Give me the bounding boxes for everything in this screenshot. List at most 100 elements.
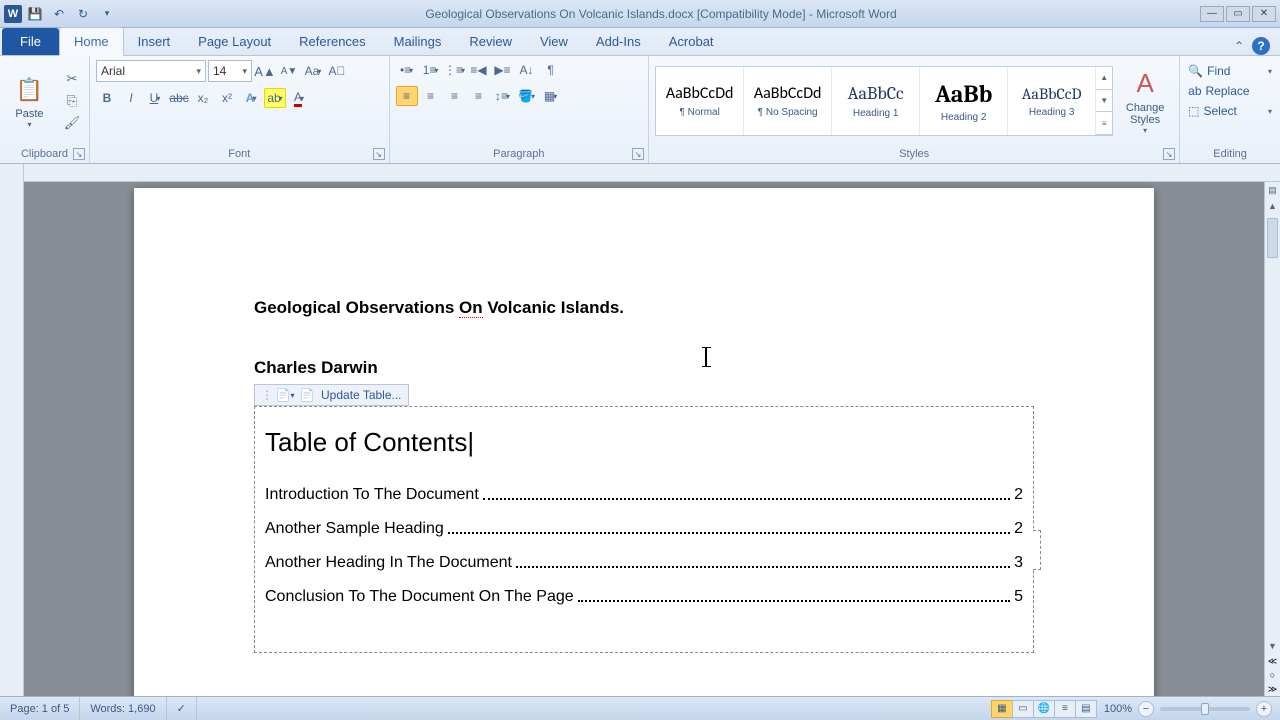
- style-normal[interactable]: AaBbCcDd¶ Normal: [656, 67, 744, 135]
- print-layout-view-icon[interactable]: ▦: [991, 700, 1013, 718]
- browse-object-icon[interactable]: ○: [1265, 668, 1280, 682]
- italic-button[interactable]: I: [120, 88, 142, 108]
- scroll-up-icon[interactable]: ▲: [1265, 198, 1280, 214]
- tab-mailings[interactable]: Mailings: [380, 28, 456, 55]
- toc-container[interactable]: Table of Contents Introduction To The Do…: [254, 406, 1034, 653]
- tab-add-ins[interactable]: Add-Ins: [582, 28, 655, 55]
- clipboard-launcher[interactable]: ↘: [73, 148, 85, 160]
- close-button[interactable]: ✕: [1252, 6, 1276, 22]
- show-marks-icon[interactable]: ¶: [540, 60, 562, 80]
- document-page[interactable]: Geological Observations On Volcanic Isla…: [134, 188, 1154, 696]
- shading-icon[interactable]: 🪣▾: [516, 86, 538, 106]
- toc-entry[interactable]: Conclusion To The Document On The Page5: [265, 588, 1023, 606]
- tab-view[interactable]: View: [526, 28, 582, 55]
- subscript-button[interactable]: x₂: [192, 88, 214, 108]
- next-page-icon[interactable]: ≫: [1265, 682, 1280, 696]
- qat-customize-icon[interactable]: ▾: [96, 4, 118, 24]
- find-button[interactable]: 🔍Find▾: [1184, 62, 1276, 80]
- toc-menu-icon[interactable]: 📄▾: [277, 387, 293, 403]
- vertical-scrollbar[interactable]: ▤ ▲ ▼ ≪ ○ ≫: [1264, 182, 1280, 696]
- superscript-button[interactable]: x²: [216, 88, 238, 108]
- outline-view-icon[interactable]: ≡: [1054, 700, 1076, 718]
- minimize-button[interactable]: —: [1200, 6, 1224, 22]
- minimize-ribbon-icon[interactable]: ⌃: [1234, 39, 1244, 53]
- numbering-icon[interactable]: 1≡▾: [420, 60, 442, 80]
- styles-launcher[interactable]: ↘: [1163, 148, 1175, 160]
- ruler-toggle-icon[interactable]: ▤: [1265, 182, 1280, 198]
- sort-icon[interactable]: A↓: [516, 60, 538, 80]
- full-screen-view-icon[interactable]: ▭: [1012, 700, 1034, 718]
- zoom-level[interactable]: 100%: [1104, 703, 1132, 715]
- paste-icon: 📋: [14, 74, 46, 106]
- save-icon[interactable]: 💾: [24, 4, 46, 24]
- cut-icon[interactable]: ✂: [61, 69, 83, 89]
- scrollbar-thumb[interactable]: [1267, 218, 1278, 258]
- paste-button[interactable]: 📋 Paste ▾: [6, 65, 53, 137]
- undo-icon[interactable]: ↶: [48, 4, 70, 24]
- line-spacing-icon[interactable]: ↕≡▾: [492, 86, 514, 106]
- toc-update-button[interactable]: Update Table...: [321, 388, 402, 402]
- bullets-icon[interactable]: •≡▾: [396, 60, 418, 80]
- style-heading-3[interactable]: AaBbCcDHeading 3: [1008, 67, 1096, 135]
- tab-references[interactable]: References: [285, 28, 379, 55]
- status-words[interactable]: Words: 1,690: [80, 697, 166, 720]
- ribbon: 📋 Paste ▾ ✂ ⎘ 🖌 Clipboard ↘ Arial▾ 14▾ A…: [0, 56, 1280, 164]
- tab-acrobat[interactable]: Acrobat: [655, 28, 728, 55]
- file-tab[interactable]: File: [2, 28, 59, 55]
- align-right-button[interactable]: ≡: [444, 86, 466, 106]
- web-layout-view-icon[interactable]: 🌐: [1033, 700, 1055, 718]
- justify-button[interactable]: ≡: [468, 86, 490, 106]
- toc-entry[interactable]: Another Heading In The Document3: [265, 554, 1023, 572]
- style-heading-1[interactable]: AaBbCcHeading 1: [832, 67, 920, 135]
- font-size-combo[interactable]: 14▾: [208, 60, 252, 82]
- zoom-slider[interactable]: [1160, 707, 1250, 711]
- redo-icon[interactable]: ↻: [72, 4, 94, 24]
- underline-button[interactable]: U▾: [144, 88, 166, 108]
- status-proofing-icon[interactable]: ✓: [167, 697, 197, 720]
- style-gallery-scroll[interactable]: ▲▼≡: [1096, 67, 1112, 135]
- style-heading-2[interactable]: AaBbHeading 2: [920, 67, 1008, 135]
- copy-icon[interactable]: ⎘: [61, 91, 83, 111]
- shrink-font-icon[interactable]: A▼: [278, 61, 300, 81]
- clear-formatting-icon[interactable]: A⃠: [326, 61, 348, 81]
- style-no-spacing[interactable]: AaBbCcDd¶ No Spacing: [744, 67, 832, 135]
- prev-page-icon[interactable]: ≪: [1265, 654, 1280, 668]
- toc-entry[interactable]: Another Sample Heading2: [265, 520, 1023, 538]
- tab-review[interactable]: Review: [455, 28, 526, 55]
- font-color-icon[interactable]: A▾: [288, 88, 310, 108]
- increase-indent-icon[interactable]: ▶≡: [492, 60, 514, 80]
- bold-button[interactable]: B: [96, 88, 118, 108]
- tab-page-layout[interactable]: Page Layout: [184, 28, 285, 55]
- help-icon[interactable]: ?: [1252, 37, 1270, 55]
- draft-view-icon[interactable]: ▤: [1075, 700, 1097, 718]
- zoom-out-button[interactable]: −: [1138, 701, 1154, 717]
- font-name-combo[interactable]: Arial▾: [96, 60, 206, 82]
- format-painter-icon[interactable]: 🖌: [61, 113, 83, 133]
- text-effects-icon[interactable]: A▾: [240, 88, 262, 108]
- font-launcher[interactable]: ↘: [373, 148, 385, 160]
- borders-icon[interactable]: ▦▾: [540, 86, 562, 106]
- vertical-ruler[interactable]: [0, 164, 24, 696]
- multilevel-list-icon[interactable]: ⋮≡▾: [444, 60, 466, 80]
- toc-entry[interactable]: Introduction To The Document2: [265, 486, 1023, 504]
- decrease-indent-icon[interactable]: ≡◀: [468, 60, 490, 80]
- grow-font-icon[interactable]: A▲: [254, 61, 276, 81]
- replace-button[interactable]: abReplace: [1184, 82, 1276, 100]
- status-page[interactable]: Page: 1 of 5: [0, 697, 80, 720]
- toc-control-bar[interactable]: ⋮ 📄▾ 📄 Update Table...: [254, 384, 409, 406]
- change-styles-button[interactable]: A Change Styles ▾: [1117, 65, 1173, 137]
- change-case-icon[interactable]: Aa▾: [302, 61, 324, 81]
- word-app-icon[interactable]: W: [4, 5, 22, 23]
- highlight-icon[interactable]: ab▾: [264, 88, 286, 108]
- strikethrough-button[interactable]: abc: [168, 88, 190, 108]
- align-center-button[interactable]: ≡: [420, 86, 442, 106]
- select-button[interactable]: ⬚Select▾: [1184, 102, 1276, 120]
- tab-insert[interactable]: Insert: [124, 28, 185, 55]
- scroll-down-icon[interactable]: ▼: [1265, 638, 1280, 654]
- paragraph-launcher[interactable]: ↘: [632, 148, 644, 160]
- align-left-button[interactable]: ≡: [396, 86, 418, 106]
- zoom-in-button[interactable]: +: [1256, 701, 1272, 717]
- maximize-button[interactable]: ▭: [1226, 6, 1250, 22]
- horizontal-ruler[interactable]: [24, 164, 1280, 182]
- tab-home[interactable]: Home: [59, 27, 124, 56]
